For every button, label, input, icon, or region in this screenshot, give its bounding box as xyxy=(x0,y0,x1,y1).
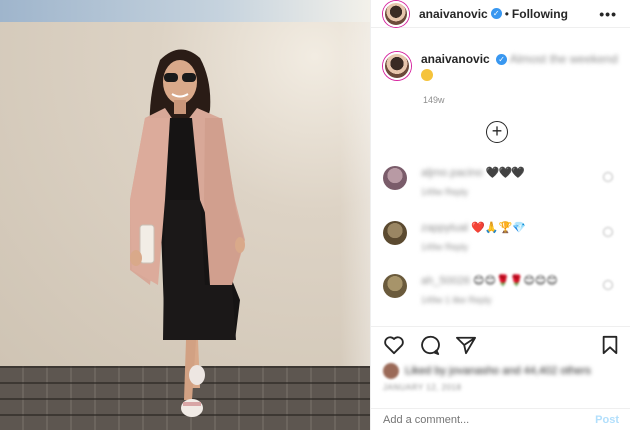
comment-meta[interactable]: 149w 1 like Reply xyxy=(421,295,558,305)
caption-body: anaivanovic ✓ Almost the weekend xyxy=(421,52,618,82)
comment-body: ah_50026 😊😊🌹🌹😊😊😊 149w 1 like Reply xyxy=(421,274,558,305)
post-dialog: anaivanovic ✓ • Following ••• anaivanovi… xyxy=(0,0,630,430)
comment-body: aljmo.pacino 🖤🖤🖤 149w Reply xyxy=(421,166,525,197)
comment-item: zappytual ❤️🙏🏆💎 149w Reply xyxy=(383,221,623,252)
photo-person xyxy=(130,49,245,417)
share-icon[interactable] xyxy=(455,335,477,355)
caption-avatar[interactable] xyxy=(383,52,411,80)
comment-item: aljmo.pacino 🖤🖤🖤 149w Reply xyxy=(383,166,623,197)
action-icons xyxy=(383,335,477,355)
author-username[interactable]: anaivanovic xyxy=(419,7,488,21)
like-comment-icon[interactable] xyxy=(603,227,613,237)
post-date: JANUARY 12, 2018 xyxy=(383,383,462,392)
author-avatar[interactable] xyxy=(383,0,409,27)
add-comment-input[interactable] xyxy=(383,414,563,426)
add-comment-bar: Post xyxy=(371,408,630,431)
comment-item: ah_50026 😊😊🌹🌹😊😊😊 149w 1 like Reply xyxy=(383,274,623,305)
comment-username[interactable]: ah_50026 xyxy=(421,275,470,287)
comment-meta[interactable]: 149w Reply xyxy=(421,242,526,252)
post-photo[interactable] xyxy=(0,0,370,430)
comment-text: 🖤🖤🖤 xyxy=(485,167,525,179)
verified-icon: ✓ xyxy=(490,8,502,19)
heart-icon[interactable] xyxy=(383,335,405,355)
verified-icon: ✓ xyxy=(496,54,508,66)
post-actions: Liked by jovanasho and 44,402 others JAN… xyxy=(371,326,630,430)
comment-meta[interactable]: 149w Reply xyxy=(421,187,524,197)
liker-avatar xyxy=(383,363,399,379)
bookmark-icon[interactable] xyxy=(601,335,619,355)
plus-circle-icon[interactable]: + xyxy=(486,121,508,143)
header-separator: • xyxy=(504,6,509,21)
post-comment-button[interactable]: Post xyxy=(595,414,619,426)
caption: anaivanovic ✓ Almost the weekend xyxy=(383,52,623,82)
smile-emoji-icon xyxy=(421,68,433,81)
comment-icon[interactable] xyxy=(419,335,441,355)
caption-text: Almost the weekend xyxy=(509,52,618,66)
more-options-icon[interactable]: ••• xyxy=(599,6,617,22)
comment-avatar[interactable] xyxy=(383,221,407,245)
comment-text: 😊😊🌹🌹😊😊😊 xyxy=(473,275,558,287)
comment-body: zappytual ❤️🙏🏆💎 149w Reply xyxy=(421,221,526,252)
likes-text: Liked by jovanasho and 44,402 others xyxy=(405,365,591,377)
comment-text: ❤️🙏🏆💎 xyxy=(471,222,526,234)
following-button[interactable]: Following xyxy=(512,7,568,21)
comment-username[interactable]: aljmo.pacino xyxy=(421,167,483,179)
comment-avatar[interactable] xyxy=(383,166,407,190)
likes-summary[interactable]: Liked by jovanasho and 44,402 others xyxy=(383,363,591,379)
post-sidebar: anaivanovic ✓ • Following ••• anaivanovi… xyxy=(370,0,630,430)
like-comment-icon[interactable] xyxy=(603,172,613,182)
post-header: anaivanovic ✓ • Following ••• xyxy=(371,0,630,28)
caption-username[interactable]: anaivanovic xyxy=(421,52,490,66)
caption-timestamp[interactable]: 149w xyxy=(423,95,445,105)
comment-avatar[interactable] xyxy=(383,274,407,298)
comment-username[interactable]: zappytual xyxy=(421,222,468,234)
like-comment-icon[interactable] xyxy=(603,280,613,290)
